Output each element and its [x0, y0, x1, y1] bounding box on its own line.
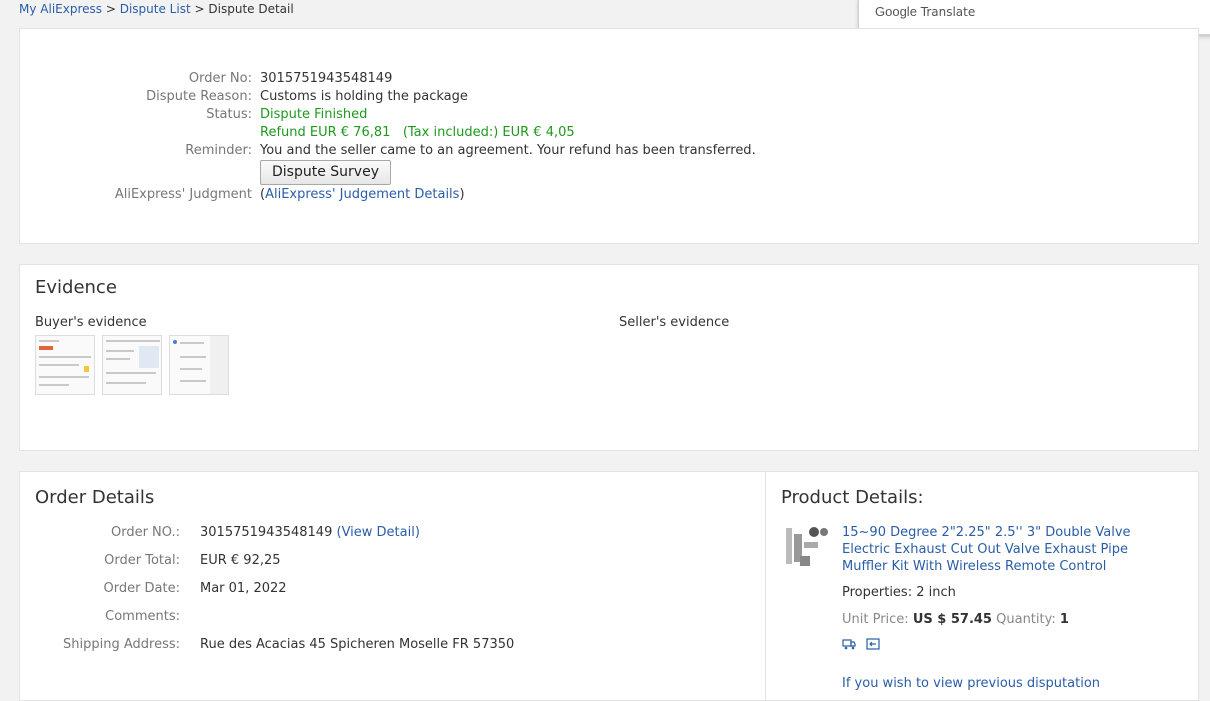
- evidence-panel: Evidence Buyer's evidence Seller's evide…: [19, 264, 1199, 451]
- shipping-address-value: Rue des Acacias 45 Spicheren Moselle FR …: [200, 637, 515, 652]
- status-value: Dispute Finished: [260, 107, 368, 122]
- order-details-title: Order Details: [35, 487, 155, 508]
- order-no-value: 3015751943548149: [200, 525, 333, 540]
- seller-evidence-label: Seller's evidence: [619, 315, 730, 330]
- shipping-truck-icon[interactable]: [842, 638, 856, 650]
- order-no-label: Order No:: [188, 71, 252, 86]
- product-details-title: Product Details:: [781, 487, 924, 508]
- refund-value: Refund EUR € 76,81: [260, 125, 391, 140]
- quantity-value: 1: [1059, 612, 1069, 627]
- order-details-panel: Order Details Order NO.: 301575194354814…: [19, 471, 766, 701]
- product-name-line-1: 15~90 Degree 2"2.25" 2.5'' 3" Double Val…: [842, 525, 1131, 540]
- status-label: Status:: [206, 107, 252, 122]
- order-no-row: 3015751943548149 (View Detail): [200, 525, 420, 540]
- view-detail-paren-close: ): [414, 525, 420, 540]
- price-quantity-row: Unit Price: US $ 57.45 Quantity: 1: [842, 612, 1069, 627]
- return-icon[interactable]: [866, 638, 880, 650]
- reminder-value: You and the seller came to an agreement.…: [260, 143, 756, 158]
- judgment-label: AliExpress' Judgment: [114, 187, 252, 202]
- breadcrumb-separator: >: [194, 2, 205, 16]
- order-total-value: EUR € 92,25: [200, 553, 281, 568]
- dispute-survey-button[interactable]: Dispute Survey: [260, 160, 391, 185]
- unit-price-value: US $ 57.45: [912, 612, 992, 627]
- product-thumbnail[interactable]: [780, 522, 832, 570]
- evidence-title: Evidence: [35, 277, 117, 298]
- quantity-label: Quantity:: [996, 612, 1056, 627]
- refund-amount: Refund EUR € 76,81 (Tax included:) EUR €…: [260, 125, 575, 140]
- translate-text: Translate: [920, 5, 976, 19]
- tax-included-value: (Tax included:) EUR € 4,05: [402, 125, 575, 140]
- google-translate-label: Google Translate: [875, 4, 975, 19]
- view-detail-link[interactable]: View Detail: [342, 525, 415, 540]
- order-no-value: 3015751943548149: [260, 71, 393, 86]
- breadcrumb-dispute-list[interactable]: Dispute List: [120, 2, 191, 16]
- judgment-value: (AliExpress' Judgement Details): [260, 187, 465, 202]
- judgment-paren-close: ): [459, 187, 465, 202]
- breadcrumb-separator: >: [105, 2, 116, 16]
- product-details-panel: Product Details: 15~90 Degree 2"2.25" 2.…: [765, 471, 1199, 701]
- buyer-evidence-label: Buyer's evidence: [35, 315, 147, 330]
- buyer-evidence-thumbnail-3[interactable]: [169, 335, 229, 395]
- breadcrumb: My AliExpress > Dispute List > Dispute D…: [19, 2, 294, 16]
- dispute-reason-value: Customs is holding the package: [260, 89, 468, 104]
- breadcrumb-current: Dispute Detail: [208, 2, 294, 16]
- exhaust-valve-icon: [786, 527, 828, 566]
- product-name: 15~90 Degree 2"2.25" 2.5'' 3" Double Val…: [842, 524, 1131, 575]
- breadcrumb-my-aliexpress[interactable]: My AliExpress: [19, 2, 102, 16]
- reminder-label: Reminder:: [185, 143, 252, 158]
- comments-label: Comments:: [105, 609, 180, 624]
- order-total-label: Order Total:: [104, 553, 180, 568]
- order-date-value: Mar 01, 2022: [200, 581, 287, 596]
- unit-price-label: Unit Price:: [842, 612, 909, 627]
- product-name-line-2: Electric Exhaust Cut Out Valve Exhaust P…: [842, 542, 1128, 557]
- google-logo: Google: [875, 4, 917, 19]
- product-name-link[interactable]: 15~90 Degree 2"2.25" 2.5'' 3" Double Val…: [842, 524, 1131, 575]
- previous-disputation-link[interactable]: If you wish to view previous disputation: [842, 676, 1100, 691]
- judgment-details-link[interactable]: AliExpress' Judgement Details: [265, 187, 459, 202]
- order-date-label: Order Date:: [103, 581, 180, 596]
- dispute-summary-panel: Order No: 3015751943548149 Dispute Reaso…: [19, 28, 1199, 244]
- product-name-line-3: Muffler Kit With Wireless Remote Control: [842, 559, 1107, 574]
- shipping-address-label: Shipping Address:: [63, 637, 180, 652]
- buyer-evidence-thumbnail-2[interactable]: [102, 335, 162, 395]
- order-no-label: Order NO.:: [110, 525, 180, 540]
- product-properties: Properties: 2 inch: [842, 585, 956, 600]
- buyer-evidence-thumbnail-1[interactable]: [35, 335, 95, 395]
- dispute-reason-label: Dispute Reason:: [146, 89, 252, 104]
